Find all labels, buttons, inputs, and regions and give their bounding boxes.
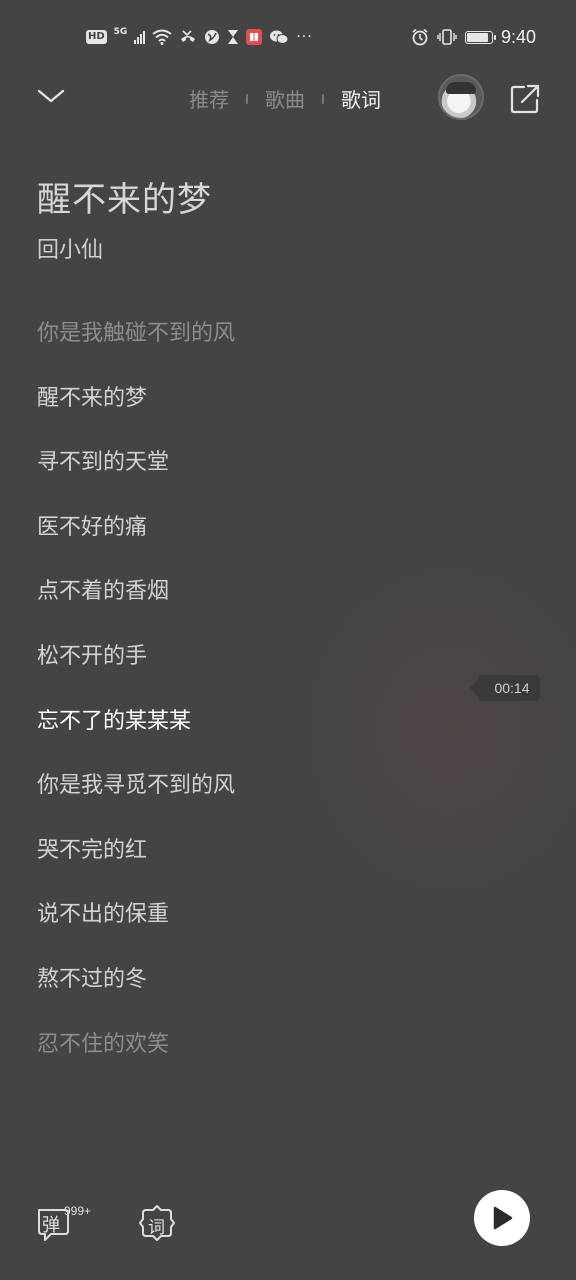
lyric-line[interactable]: 点不着的香烟	[37, 570, 457, 635]
hd-badge: HD	[86, 30, 107, 44]
network-type: 5G	[113, 27, 128, 37]
status-bar: HD 5G ··· 9:40	[0, 0, 576, 72]
tab-song[interactable]: 歌曲	[265, 84, 305, 113]
song-artist[interactable]: 回小仙	[37, 232, 103, 264]
more-notifications-icon: ···	[296, 29, 313, 45]
wechat-icon	[269, 29, 289, 45]
vibrate-icon	[437, 28, 457, 46]
lyric-line[interactable]: 寻不到的天堂	[37, 441, 457, 506]
collapse-button[interactable]	[34, 82, 68, 110]
lyric-line[interactable]: 熬不过的冬	[37, 958, 457, 1023]
status-time: 9:40	[500, 26, 536, 47]
alarm-icon	[411, 28, 429, 46]
tab-bar: 推荐 歌曲 歌词	[189, 84, 381, 113]
wifi-icon	[152, 29, 172, 45]
lyrics-effect-button[interactable]: 词	[138, 1204, 176, 1242]
tab-recommend[interactable]: 推荐	[189, 84, 229, 113]
lyric-line[interactable]: 你是我寻觅不到的风	[37, 764, 457, 829]
lyric-line[interactable]: 哭不完的红	[37, 829, 457, 894]
status-right-icons: 9:40	[411, 26, 536, 48]
lyric-line[interactable]: 你是我触碰不到的风	[37, 312, 457, 377]
danmu-label: 弹	[42, 1215, 60, 1236]
song-title: 醒不来的梦	[37, 180, 212, 220]
tab-lyrics[interactable]: 歌词	[341, 84, 381, 113]
share-button[interactable]	[508, 82, 542, 116]
tab-separator	[246, 93, 248, 104]
play-icon	[493, 1206, 513, 1230]
chevron-down-icon	[37, 89, 65, 103]
missed-call-icon	[179, 29, 197, 45]
lyric-line[interactable]: 医不好的痛	[37, 506, 457, 571]
lyrics-effect-label: 词	[148, 1218, 165, 1238]
share-icon	[510, 84, 540, 114]
lyric-line[interactable]: 松不开的手	[37, 635, 457, 700]
avatar-hair	[446, 82, 476, 94]
danmu-count-badge: 999+	[64, 1204, 92, 1218]
lyric-line[interactable]: 说不出的保重	[37, 893, 457, 958]
top-navigation: 推荐 歌曲 歌词	[0, 72, 576, 124]
user-avatar[interactable]	[438, 74, 484, 120]
play-button[interactable]	[474, 1190, 530, 1246]
hourglass-icon	[227, 29, 239, 45]
tab-separator	[322, 93, 324, 104]
lyrics-list[interactable]: 你是我触碰不到的风 醒不来的梦 寻不到的天堂 医不好的痛 点不着的香烟 松不开的…	[37, 312, 457, 1087]
status-left-icons: HD 5G ···	[86, 26, 313, 48]
lyric-line[interactable]: 醒不来的梦	[37, 377, 457, 442]
lyric-line[interactable]: 忍不住的欢笑	[37, 1023, 457, 1088]
signal-icon	[134, 30, 146, 44]
lyric-line-current[interactable]: 忘不了的某某某	[37, 700, 457, 765]
seek-time-tag[interactable]: 00:14	[469, 675, 540, 701]
browser-icon	[204, 29, 220, 45]
book-app-icon	[246, 29, 263, 45]
battery-icon	[464, 30, 496, 44]
